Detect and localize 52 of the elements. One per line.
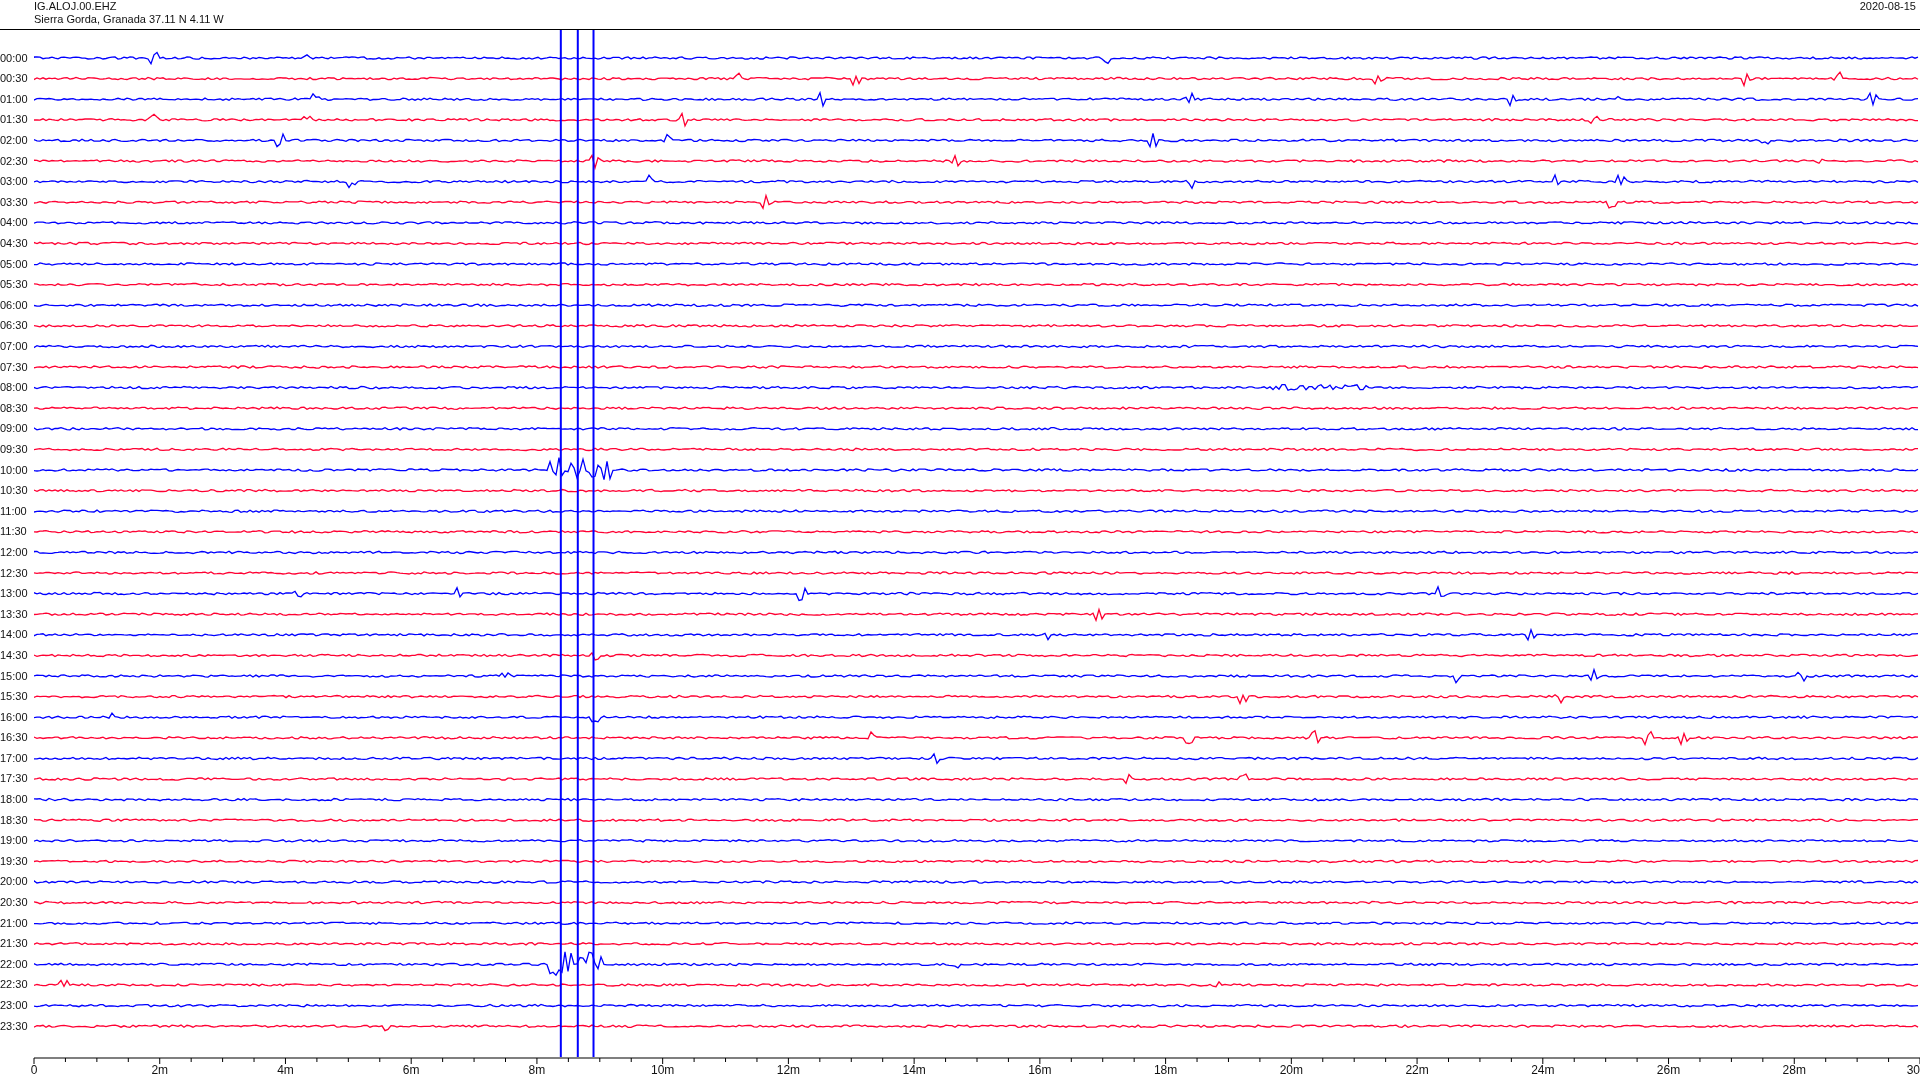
row-time-label: 12:30 — [0, 565, 29, 581]
row-time-label: 11:30 — [0, 524, 28, 540]
row-time-label: 16:30 — [0, 730, 29, 746]
record-date: 2020-08-15 — [1859, 0, 1916, 14]
row-time-label: 08:30 — [0, 400, 29, 416]
row-time-label: 05:00 — [0, 256, 29, 272]
row-time-label: 20:00 — [0, 874, 29, 890]
row-time-label: 12:00 — [0, 544, 29, 560]
row-time-label: 04:00 — [0, 215, 29, 231]
row-time-label: 07:00 — [0, 339, 29, 354]
row-time-label: 09:00 — [0, 421, 29, 437]
row-time-label: 18:00 — [0, 792, 29, 808]
row-time-label: 18:30 — [0, 812, 29, 828]
station-location: Sierra Gorda, Granada 37.11 N 4.11 W — [34, 13, 224, 26]
row-time-label: 14:30 — [0, 647, 29, 663]
row-time-label: 13:30 — [0, 606, 29, 622]
row-time-label: 02:30 — [0, 153, 29, 169]
row-time-label: 15:30 — [0, 689, 29, 705]
row-time-label: 03:00 — [0, 174, 29, 190]
row-time-label: 23:00 — [0, 998, 29, 1013]
row-time-label: 11:00 — [0, 503, 28, 519]
row-time-label: 22:00 — [0, 956, 29, 972]
row-time-label: 19:30 — [0, 853, 29, 869]
row-time-label: 08:00 — [0, 380, 29, 396]
row-time-label: 06:30 — [0, 318, 29, 334]
row-time-label: 10:30 — [0, 483, 29, 499]
row-time-label: 22:30 — [0, 977, 29, 993]
row-time-label: 01:00 — [0, 91, 29, 107]
row-time-label: 06:00 — [0, 297, 29, 313]
row-time-label: 21:30 — [0, 936, 29, 952]
row-time-label: 00:00 — [0, 50, 29, 66]
row-time-label: 16:00 — [0, 709, 29, 725]
row-time-label: 13:00 — [0, 586, 29, 602]
row-time-label: 00:30 — [0, 71, 29, 87]
row-time-label: 04:30 — [0, 236, 29, 252]
row-time-label: 17:00 — [0, 750, 29, 766]
row-time-label: 01:30 — [0, 112, 29, 128]
row-time-label: 14:00 — [0, 627, 29, 643]
row-time-label: 15:00 — [0, 668, 29, 684]
row-time-label: 17:30 — [0, 771, 29, 787]
row-time-label: 19:00 — [0, 833, 29, 849]
row-time-label: 10:00 — [0, 462, 29, 478]
row-time-label: 09:30 — [0, 441, 29, 457]
row-time-label: 05:30 — [0, 277, 29, 293]
row-time-label: 21:00 — [0, 915, 29, 931]
row-time-label: 03:30 — [0, 194, 29, 210]
row-time-label: 02:00 — [0, 133, 29, 149]
row-time-label: 07:30 — [0, 359, 29, 375]
row-time-label: 23:30 — [0, 1018, 29, 1034]
time-axis: 0 2m 4m 6m 8m 10m 12m 14m 16m 18m 20m 22m 24m 26m 28m 30 — [26, 1057, 1920, 1079]
row-time-label: 20:30 — [0, 895, 29, 911]
station-code: IG.ALOJ.00.EHZ — [34, 0, 118, 13]
